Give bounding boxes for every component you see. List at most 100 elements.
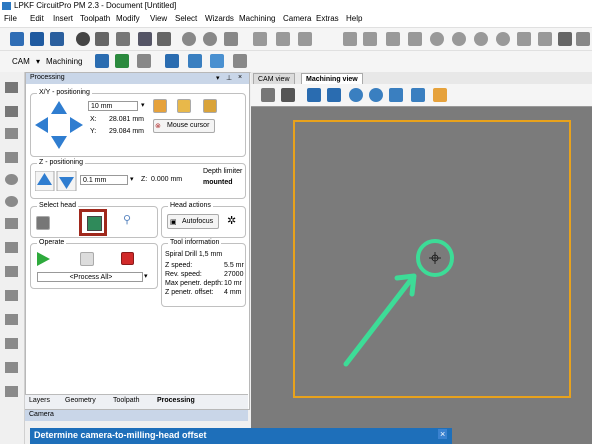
menu-select[interactable]: Select: [175, 14, 197, 23]
delete-icon[interactable]: [224, 32, 238, 46]
menu-help[interactable]: Help: [346, 14, 362, 23]
paste-icon[interactable]: [116, 32, 130, 46]
technology-dialog-icon[interactable]: [188, 54, 202, 68]
star-tool-icon[interactable]: [5, 218, 18, 229]
menu-view[interactable]: View: [150, 14, 167, 23]
tool-row-value: 10 mr: [224, 280, 242, 287]
tool-name: Spiral Drill 1,5 mm: [165, 251, 223, 258]
redo-icon[interactable]: [203, 32, 217, 46]
zero-button[interactable]: [203, 99, 217, 113]
open-icon[interactable]: [30, 32, 44, 46]
z-step-input[interactable]: 0.1 mm: [80, 175, 128, 185]
polygon-tool-icon[interactable]: [5, 128, 18, 139]
menu-camera[interactable]: Camera: [283, 14, 311, 23]
scale-icon[interactable]: [517, 32, 531, 46]
close-icon[interactable]: ×: [238, 74, 242, 81]
filter-icon[interactable]: [137, 54, 151, 68]
move-icon[interactable]: [558, 32, 572, 46]
start-icon[interactable]: [36, 252, 50, 266]
board-icon[interactable]: [165, 54, 179, 68]
text-tool-icon[interactable]: [5, 242, 18, 253]
light-icon[interactable]: ✲: [227, 214, 236, 227]
mirror-icon[interactable]: [408, 32, 422, 46]
menu-machining[interactable]: Machining: [239, 14, 275, 23]
select-icon[interactable]: [253, 32, 267, 46]
break-icon[interactable]: [298, 32, 312, 46]
camera-head-button[interactable]: [87, 216, 102, 231]
rotate-icon[interactable]: [430, 32, 444, 46]
drill-head-icon[interactable]: ⚲: [123, 213, 131, 226]
shear-icon[interactable]: [538, 32, 552, 46]
tool-row-value: 5.5 mr: [224, 262, 244, 269]
menu-edit[interactable]: Edit: [30, 14, 44, 23]
dialog-title-bar: Determine camera-to-milling-head offset …: [30, 428, 452, 444]
process-select[interactable]: <Process All>: [37, 272, 143, 282]
menu-toolpath[interactable]: Toolpath: [80, 14, 110, 23]
ellipse-icon[interactable]: [496, 32, 510, 46]
pattern-tool-icon[interactable]: [5, 338, 18, 349]
copy-icon[interactable]: [95, 32, 109, 46]
fiducial-tool-icon[interactable]: [5, 266, 18, 277]
distribute-icon[interactable]: [386, 32, 400, 46]
import-icon[interactable]: [115, 54, 129, 68]
process-select-dropdown[interactable]: ▾: [144, 272, 148, 280]
tab-geometry[interactable]: Geometry: [65, 397, 96, 404]
z-step-dropdown[interactable]: ▾: [130, 175, 134, 183]
operate-title: Operate: [37, 239, 67, 246]
arc-icon[interactable]: [474, 32, 488, 46]
circle-icon[interactable]: [452, 32, 466, 46]
milling-head-button[interactable]: [36, 216, 50, 230]
drill-tool-icon[interactable]: [5, 314, 18, 325]
group-icon[interactable]: [343, 32, 357, 46]
menu-modify[interactable]: Modify: [116, 14, 140, 23]
stop-icon[interactable]: [121, 252, 134, 265]
tab-layers[interactable]: Layers: [29, 397, 50, 404]
tab-toolpath[interactable]: Toolpath: [113, 397, 139, 404]
cut-icon[interactable]: [76, 32, 90, 46]
jog-right-arrow[interactable]: [70, 117, 83, 133]
polyline-tool-icon[interactable]: [5, 106, 18, 117]
tab-processing[interactable]: Processing: [157, 397, 195, 404]
dropdown-arrow[interactable]: ▾: [36, 57, 40, 66]
measure-tool-icon[interactable]: [5, 362, 18, 373]
menu-wizards[interactable]: Wizards: [205, 14, 234, 23]
curve-tool-icon[interactable]: [5, 82, 18, 93]
angle-tool-icon[interactable]: [5, 386, 18, 397]
ellipse-tool-icon[interactable]: [5, 196, 18, 207]
operate-group: Operate <Process All> ▾: [30, 239, 158, 289]
dialog-close-icon[interactable]: ×: [438, 429, 448, 439]
z-label: Z:: [141, 176, 148, 183]
xy-step-dropdown[interactable]: ▾: [141, 101, 145, 109]
layout-icon[interactable]: [95, 54, 109, 68]
menu-file[interactable]: File: [4, 14, 17, 23]
menu-insert[interactable]: Insert: [53, 14, 73, 23]
save-icon[interactable]: [50, 32, 64, 46]
undo-icon[interactable]: [182, 32, 196, 46]
new-icon[interactable]: [10, 32, 24, 46]
print-icon[interactable]: [138, 32, 152, 46]
home-button[interactable]: [153, 99, 167, 113]
machining-mode-label[interactable]: Machining: [46, 57, 82, 66]
node-icon[interactable]: [276, 32, 290, 46]
panel-menu-icon[interactable]: ▾: [216, 74, 220, 82]
park-button[interactable]: [177, 99, 191, 113]
processing-panel: Processing ▾ ⊥ × X/Y - positioning 10 mm…: [25, 72, 250, 410]
toolbox-icon[interactable]: [233, 54, 247, 68]
step-icon[interactable]: [80, 252, 94, 266]
pad-tool-icon[interactable]: [5, 290, 18, 301]
jog-left-arrow[interactable]: [35, 117, 48, 133]
jog-up-arrow[interactable]: [51, 101, 67, 114]
xy-step-input[interactable]: 10 mm: [88, 101, 138, 111]
align-icon[interactable]: [363, 32, 377, 46]
autofocus-button[interactable]: ▣ Autofocus: [167, 214, 219, 229]
mouse-cursor-button[interactable]: ⊗ Mouse cursor: [153, 119, 215, 133]
circle-tool-icon[interactable]: [5, 174, 18, 185]
print-preview-icon[interactable]: [157, 32, 171, 46]
pin-icon[interactable]: ⊥: [226, 74, 232, 82]
cam-mode-label[interactable]: CAM: [12, 57, 30, 66]
machining-icon[interactable]: [210, 54, 224, 68]
rectangle-tool-icon[interactable]: [5, 152, 18, 163]
menu-extras[interactable]: Extras: [316, 14, 339, 23]
jog-down-arrow[interactable]: [51, 136, 67, 149]
resize-icon[interactable]: [576, 32, 590, 46]
